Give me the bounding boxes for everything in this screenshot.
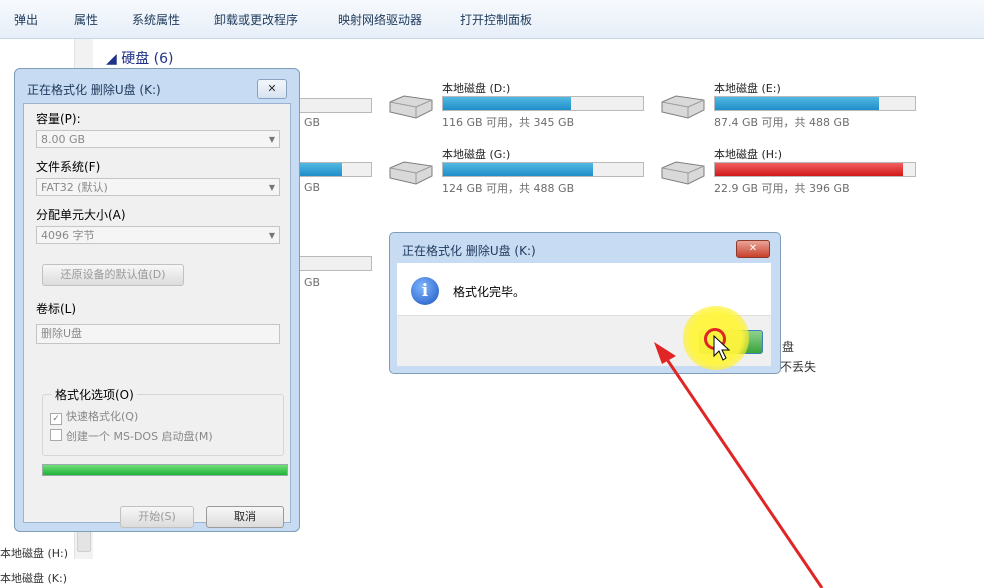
mouse-pointer-icon	[713, 334, 731, 361]
annotation-arrow-line	[660, 351, 824, 588]
annotation-layer	[654, 334, 824, 588]
annotation-arrowhead-icon	[654, 342, 676, 364]
